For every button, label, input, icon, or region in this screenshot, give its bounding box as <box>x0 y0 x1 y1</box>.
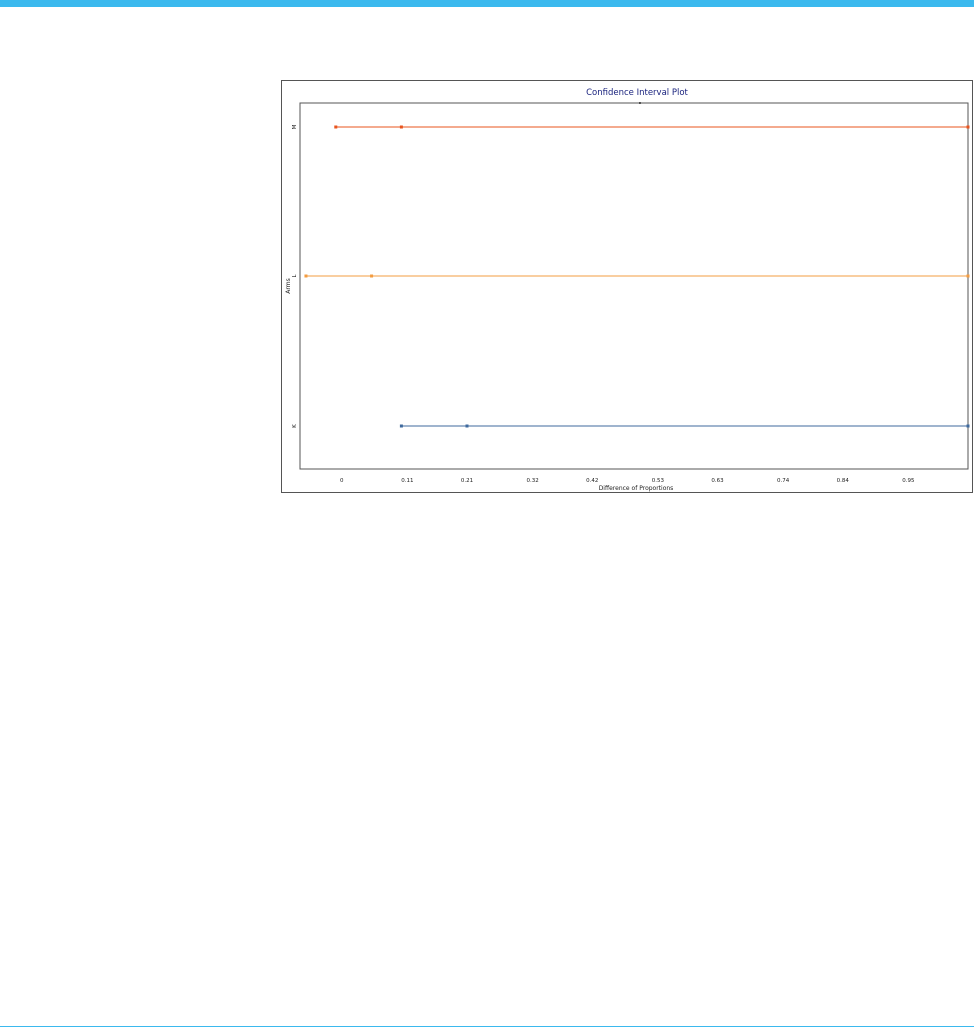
interval-estimate-point <box>370 274 374 278</box>
y-tick-label: K <box>292 424 298 428</box>
chart-title: Confidence Interval Plot <box>586 88 688 98</box>
interval-estimate-point <box>399 125 403 129</box>
x-axis-label: Difference of Proportions <box>599 485 674 492</box>
y-tick-label: L <box>292 274 298 278</box>
chart-svg: Confidence Interval Plot 0 0.11 0.21 0.32 0.… <box>285 88 970 492</box>
chart-marks: 0 0.11 0.21 0.32 0.42 0.53 0.63 0.74 0.84 0.95 M L K <box>292 102 970 484</box>
top-accent-bar <box>0 0 974 7</box>
interval-lower-point <box>334 125 338 129</box>
interval-upper-point <box>966 424 970 428</box>
interval-lower-point <box>304 274 308 278</box>
x-tick-label: 0.84 <box>837 478 850 484</box>
x-tick-label: 0 <box>340 478 344 484</box>
x-tick-label: 0.53 <box>652 478 665 484</box>
x-tick-label: 0.74 <box>777 478 790 484</box>
x-tick-label: 0.42 <box>586 478 598 484</box>
plot-area <box>299 102 969 470</box>
reference-marker <box>638 102 641 104</box>
confidence-interval-chart: Confidence Interval Plot 0 0.11 0.21 0.32 0.… <box>281 80 973 493</box>
x-tick-label: 0.63 <box>711 478 724 484</box>
x-tick-label: 0.11 <box>401 478 413 484</box>
x-tick-label: 0.95 <box>902 478 915 484</box>
y-axis-label: Arms <box>285 278 292 293</box>
interval-upper-point <box>966 274 970 278</box>
interval-lower-point <box>399 424 403 428</box>
interval-estimate-point <box>465 424 469 428</box>
bottom-divider <box>0 1026 974 1027</box>
interval-upper-point <box>966 125 970 129</box>
x-tick-label: 0.21 <box>461 478 473 484</box>
y-tick-label: M <box>292 124 298 129</box>
x-tick-label: 0.32 <box>526 478 538 484</box>
